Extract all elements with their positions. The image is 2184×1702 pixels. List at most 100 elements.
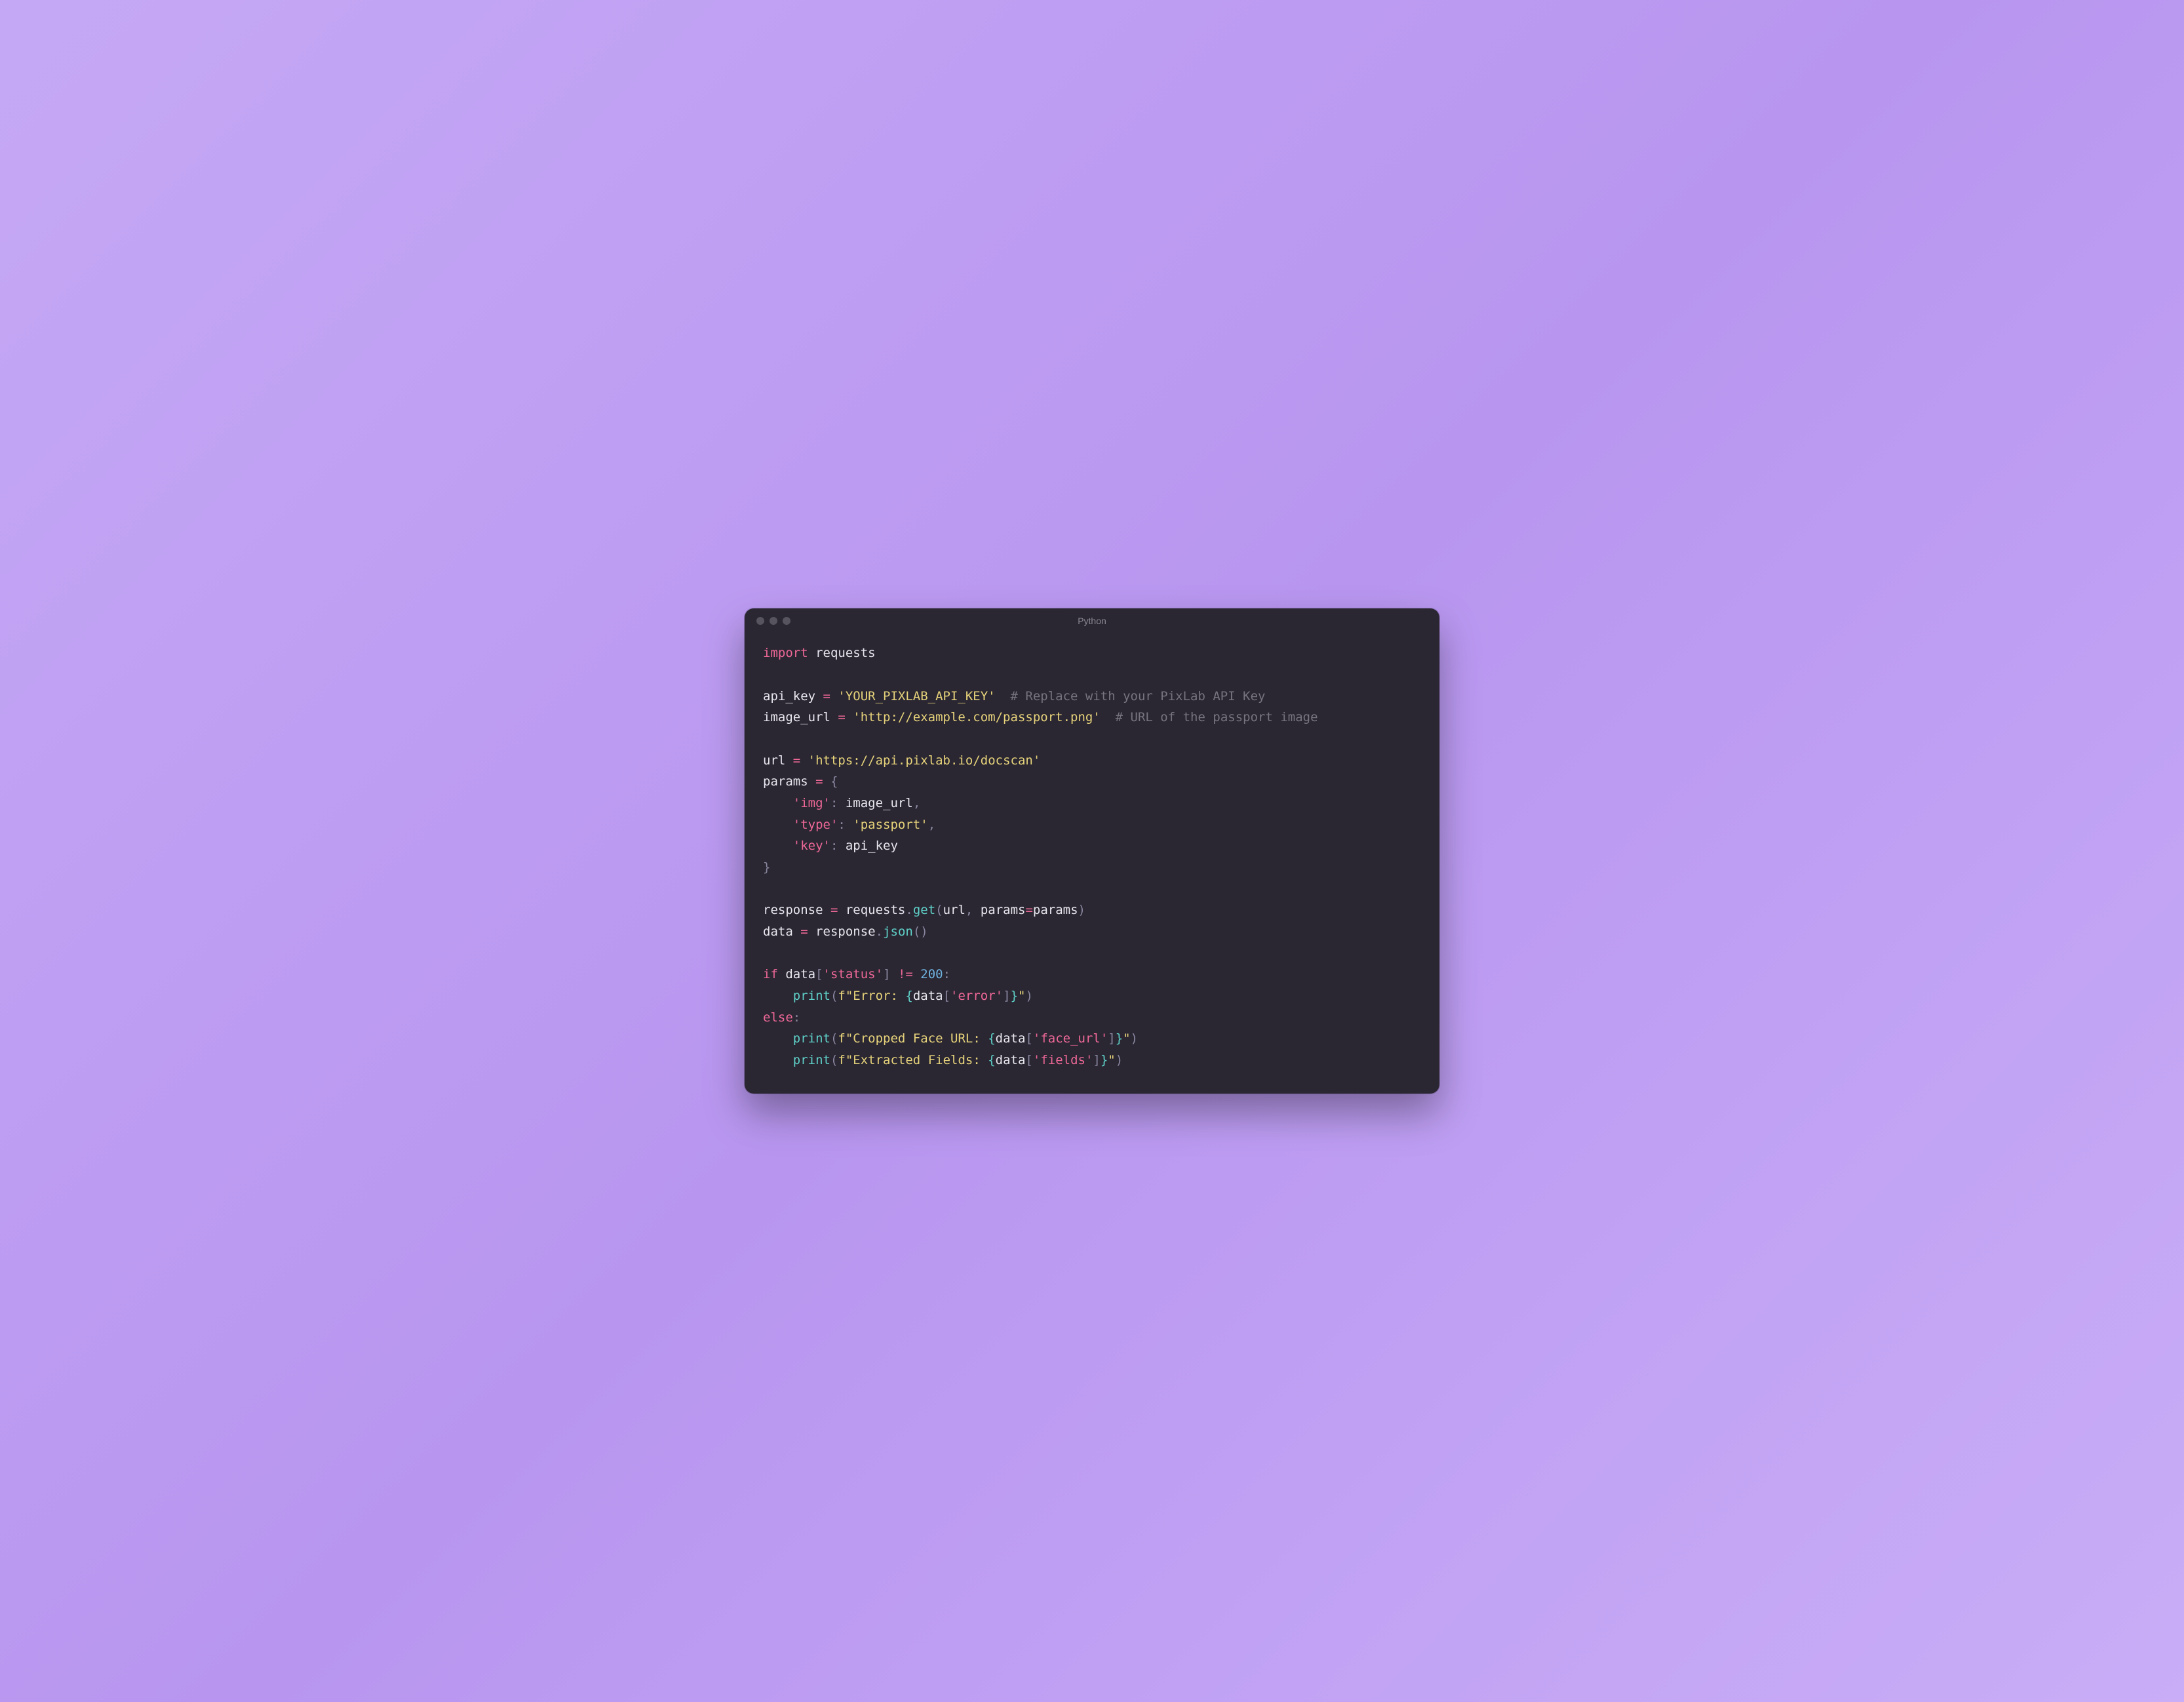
code-token: " <box>1018 989 1025 1003</box>
code-token <box>763 796 793 810</box>
code-token: else <box>763 1010 793 1025</box>
code-token: : <box>838 818 853 832</box>
code-token: ] <box>1108 1031 1115 1046</box>
code-line: response = requests.get(url, params=para… <box>763 900 1421 921</box>
code-token: params <box>1033 903 1078 917</box>
code-token: 'fields' <box>1033 1053 1093 1067</box>
code-token: , <box>928 818 935 832</box>
code-token: # URL of the passport image <box>1116 710 1318 724</box>
code-token: 'https://api.pixlab.io/docscan' <box>808 753 1041 768</box>
code-token <box>763 839 793 853</box>
code-token: f"Error: <box>838 989 905 1003</box>
code-token: f"Cropped Face URL: <box>838 1031 988 1046</box>
code-token: ( <box>935 903 943 917</box>
code-token: ) <box>1116 1053 1123 1067</box>
code-token: 200 <box>920 967 943 981</box>
minimize-icon[interactable] <box>770 617 777 625</box>
code-token: params <box>981 903 1026 917</box>
code-line: image_url = 'http://example.com/passport… <box>763 707 1421 728</box>
code-token: import <box>763 646 815 660</box>
code-line <box>763 728 1421 750</box>
code-line: 'key': api_key <box>763 835 1421 857</box>
code-token: [ <box>943 989 950 1003</box>
code-token: response <box>815 924 876 939</box>
code-token <box>763 818 793 832</box>
code-token: [ <box>1025 1053 1032 1067</box>
code-token: } <box>763 860 770 875</box>
code-line: params = { <box>763 771 1421 793</box>
code-token: [ <box>1025 1031 1032 1046</box>
code-token: : <box>830 796 846 810</box>
code-token: data <box>996 1053 1026 1067</box>
code-token: = <box>823 689 838 703</box>
code-line: if data['status'] != 200: <box>763 964 1421 985</box>
code-line: 'img': image_url, <box>763 793 1421 814</box>
code-token: 'passport' <box>853 818 927 832</box>
code-token: . <box>876 924 883 939</box>
code-token: response <box>763 903 830 917</box>
code-line: import requests <box>763 643 1421 664</box>
code-token: , <box>965 903 981 917</box>
code-token: 'YOUR_PIXLAB_API_KEY' <box>838 689 995 703</box>
code-token: image_url <box>846 796 913 810</box>
code-token <box>996 689 1011 703</box>
code-token: = <box>800 924 815 939</box>
zoom-icon[interactable] <box>783 617 790 625</box>
code-token: # Replace with your PixLab API Key <box>1011 689 1266 703</box>
code-token: image_url <box>763 710 838 724</box>
window-title: Python <box>1078 616 1106 626</box>
code-line <box>763 879 1421 900</box>
code-token: ) <box>1131 1031 1138 1046</box>
code-token: " <box>1123 1031 1130 1046</box>
code-token: api_key <box>763 689 823 703</box>
code-token <box>763 1031 793 1046</box>
code-line <box>763 943 1421 964</box>
code-line: api_key = 'YOUR_PIXLAB_API_KEY' # Replac… <box>763 686 1421 707</box>
code-token: { <box>905 989 912 1003</box>
code-token: ( <box>830 1053 838 1067</box>
code-token: " <box>1108 1053 1115 1067</box>
code-token: = <box>793 753 808 768</box>
code-token: requests <box>815 646 876 660</box>
code-token: = <box>838 710 853 724</box>
code-line: 'type': 'passport', <box>763 814 1421 836</box>
code-token: data <box>763 924 800 939</box>
code-token: data <box>785 967 815 981</box>
code-token: print <box>793 1031 830 1046</box>
code-token: } <box>1116 1031 1123 1046</box>
code-token: get <box>913 903 935 917</box>
code-token: = <box>815 774 830 789</box>
code-token: print <box>793 989 830 1003</box>
code-token: 'http://example.com/passport.png' <box>853 710 1101 724</box>
code-token: = <box>830 903 846 917</box>
code-token: requests <box>846 903 906 917</box>
code-token: f"Extracted Fields: <box>838 1053 988 1067</box>
code-token: api_key <box>846 839 898 853</box>
code-token: 'face_url' <box>1033 1031 1108 1046</box>
code-token: url <box>763 753 793 768</box>
code-line: } <box>763 857 1421 879</box>
code-token: , <box>913 796 920 810</box>
code-token: [ <box>815 967 823 981</box>
code-token <box>763 989 793 1003</box>
code-token: { <box>830 774 838 789</box>
code-token <box>763 1053 793 1067</box>
code-token: ( <box>830 989 838 1003</box>
code-token: : <box>830 839 846 853</box>
code-token: () <box>913 924 928 939</box>
code-line: url = 'https://api.pixlab.io/docscan' <box>763 750 1421 772</box>
code-token: ) <box>1078 903 1085 917</box>
code-token: : <box>793 1010 800 1025</box>
code-line: print(f"Error: {data['error']}") <box>763 985 1421 1007</box>
close-icon[interactable] <box>756 617 764 625</box>
code-area[interactable]: import requests api_key = 'YOUR_PIXLAB_A… <box>745 633 1439 1093</box>
code-token: ] <box>1003 989 1010 1003</box>
code-token: 'key' <box>793 839 830 853</box>
code-window: Python import requests api_key = 'YOUR_P… <box>745 608 1439 1093</box>
code-token: 'status' <box>823 967 884 981</box>
code-token: 'error' <box>950 989 1003 1003</box>
titlebar: Python <box>745 608 1439 633</box>
code-token: ) <box>1025 989 1032 1003</box>
code-token: } <box>1011 989 1018 1003</box>
code-token: json <box>883 924 913 939</box>
